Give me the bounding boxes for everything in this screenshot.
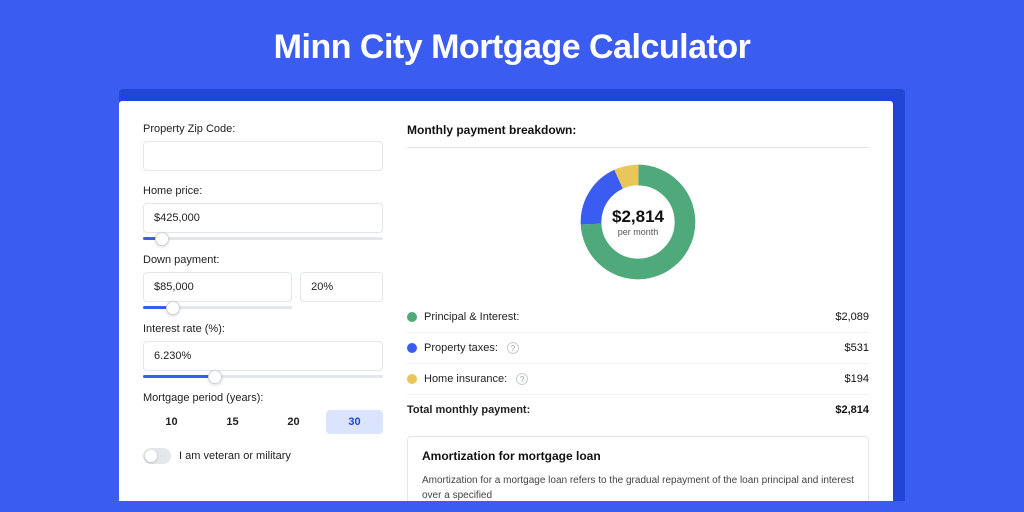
card-shadow: Property Zip Code: Home price: Down paym… [119,89,905,501]
veteran-row: I am veteran or military [143,448,383,464]
donut-center: $2,814 per month [576,160,700,284]
down-payment-amount-input[interactable] [143,272,292,302]
calculator-card: Property Zip Code: Home price: Down paym… [119,101,893,501]
interest-rate-field: Interest rate (%): [143,323,383,378]
breakdown-title: Monthly payment breakdown: [407,123,869,148]
dot-green-icon [407,312,417,322]
dot-yellow-icon [407,374,417,384]
period-buttons: 10 15 20 30 [143,410,383,434]
period-20-button[interactable]: 20 [265,410,322,434]
zip-input[interactable] [143,141,383,171]
total-label: Total monthly payment: [407,404,530,416]
period-field: Mortgage period (years): 10 15 20 30 [143,392,383,434]
zip-label: Property Zip Code: [143,123,383,135]
line-total: Total monthly payment: $2,814 [407,395,869,430]
slider-thumb[interactable] [208,370,222,384]
amortization-text: Amortization for a mortgage loan refers … [422,473,854,501]
interest-rate-slider[interactable] [143,375,383,378]
hero: Minn City Mortgage Calculator [0,0,1024,89]
period-label: Mortgage period (years): [143,392,383,404]
line-amount: $531 [845,342,869,354]
donut-chart-wrap: $2,814 per month [407,160,869,284]
dot-blue-icon [407,343,417,353]
veteran-toggle[interactable] [143,448,171,464]
slider-thumb[interactable] [155,232,169,246]
period-10-button[interactable]: 10 [143,410,200,434]
line-insurance: Home insurance: ? $194 [407,364,869,395]
slider-fill [143,375,215,378]
interest-rate-label: Interest rate (%): [143,323,383,335]
donut-amount: $2,814 [612,207,664,227]
down-payment-slider[interactable] [143,306,292,309]
line-taxes: Property taxes: ? $531 [407,333,869,364]
line-amount: $194 [845,373,869,385]
help-icon[interactable]: ? [516,373,528,385]
line-amount: $2,089 [835,311,869,323]
period-15-button[interactable]: 15 [204,410,261,434]
line-label: Principal & Interest: [424,311,519,323]
amortization-box: Amortization for mortgage loan Amortizat… [407,436,869,501]
home-price-input[interactable] [143,203,383,233]
home-price-slider[interactable] [143,237,383,240]
period-30-button[interactable]: 30 [326,410,383,434]
line-label: Home insurance: [424,373,507,385]
down-payment-label: Down payment: [143,254,383,266]
zip-field: Property Zip Code: [143,123,383,171]
donut-sub: per month [618,227,659,237]
down-payment-percent-input[interactable] [300,272,383,302]
form-panel: Property Zip Code: Home price: Down paym… [143,123,383,501]
home-price-label: Home price: [143,185,383,197]
page-title: Minn City Mortgage Calculator [0,28,1024,67]
line-principal: Principal & Interest: $2,089 [407,302,869,333]
line-label: Property taxes: [424,342,498,354]
breakdown-panel: Monthly payment breakdown: $2,814 per mo… [407,123,869,501]
veteran-label: I am veteran or military [179,450,291,462]
total-amount: $2,814 [835,404,869,416]
donut-chart: $2,814 per month [576,160,700,284]
slider-thumb[interactable] [166,301,180,315]
amortization-title: Amortization for mortgage loan [422,449,854,463]
interest-rate-input[interactable] [143,341,383,371]
home-price-field: Home price: [143,185,383,240]
down-payment-field: Down payment: [143,254,383,309]
help-icon[interactable]: ? [507,342,519,354]
